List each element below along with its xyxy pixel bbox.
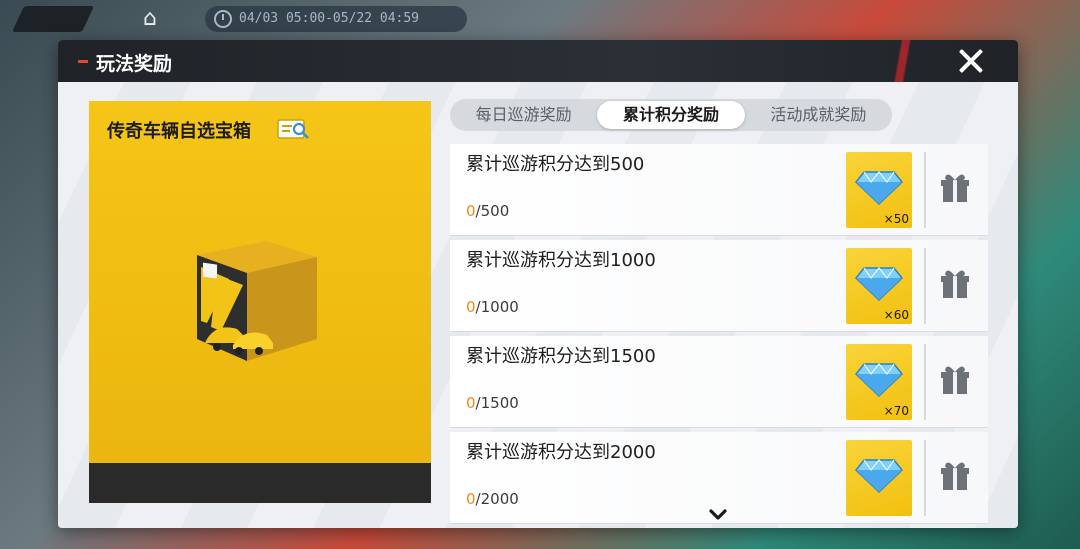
gift-icon[interactable] [940, 364, 970, 396]
reward-item-slot[interactable]: ×70 [846, 344, 912, 420]
progress-current: 0 [466, 202, 476, 220]
reward-card-footer [89, 463, 431, 503]
row-divider [924, 440, 926, 516]
reward-quantity: ×50 [883, 212, 909, 226]
game-logo [11, 6, 95, 32]
task-progress: 0/2000 [466, 490, 519, 508]
task-name: 累计巡游积分达到1000 [466, 250, 656, 271]
task-row: 累计巡游积分达到1000 0/1000 ×60 [450, 240, 988, 332]
gift-icon[interactable] [940, 268, 970, 300]
reward-quantity: ×70 [883, 404, 909, 418]
dialog-header: 玩法奖励 [58, 40, 1018, 82]
tab-cumulative-points[interactable]: 累计积分奖励 [597, 101, 745, 129]
gift-icon[interactable] [940, 172, 970, 204]
home-icon[interactable]: ⌂ [128, 4, 172, 34]
reward-item-slot[interactable]: ×60 [846, 248, 912, 324]
tab-achievements[interactable]: 活动成就奖励 [745, 99, 892, 131]
reward-tabs: 每日巡游奖励 累计积分奖励 活动成就奖励 [450, 99, 892, 131]
clock-icon [214, 10, 232, 28]
diamond-icon [854, 459, 904, 494]
task-name: 累计巡游积分达到500 [466, 154, 645, 175]
task-progress: 0/1500 [466, 394, 519, 412]
row-divider [924, 344, 926, 420]
task-progress: 0/500 [466, 202, 509, 220]
dialog-title: 玩法奖励 [96, 53, 173, 75]
top-hud: ⌂ 04/03 05:00-05/22 04:59 [0, 0, 1080, 40]
magnify-icon[interactable] [277, 117, 311, 141]
close-button[interactable] [954, 44, 988, 78]
task-progress: 0/1000 [466, 298, 519, 316]
row-divider [924, 248, 926, 324]
reward-preview-card[interactable]: 传奇车辆自选宝箱 [89, 101, 431, 503]
reward-card-title: 传奇车辆自选宝箱 [107, 121, 251, 142]
dialog-body: 传奇车辆自选宝箱 每日巡游奖励 累计积分奖励 活动成就奖励 累计巡游积分达到50… [58, 82, 1018, 528]
row-divider [924, 152, 926, 228]
reward-item-slot[interactable] [846, 440, 912, 516]
progress-target: /500 [475, 202, 510, 220]
task-row: 累计巡游积分达到1500 0/1500 ×70 [450, 336, 988, 428]
tab-daily-cruise[interactable]: 每日巡游奖励 [450, 99, 597, 131]
task-list[interactable]: 累计巡游积分达到500 0/500 ×50 累计巡游积分达到1000 0/100… [450, 144, 988, 528]
task-name: 累计巡游积分达到1500 [466, 346, 656, 367]
diamond-icon [854, 171, 904, 206]
event-timer: 04/03 05:00-05/22 04:59 [205, 6, 467, 32]
progress-target: /1000 [475, 298, 519, 316]
chevron-down-icon[interactable] [708, 508, 728, 522]
progress-target: /1500 [475, 394, 519, 412]
reward-item-slot[interactable]: ×50 [846, 152, 912, 228]
event-timer-text: 04/03 05:00-05/22 04:59 [239, 11, 420, 26]
progress-current: 0 [466, 298, 476, 316]
progress-current: 0 [466, 490, 476, 508]
diamond-icon [854, 363, 904, 398]
title-dash [78, 60, 88, 63]
task-row: 累计巡游积分达到500 0/500 ×50 [450, 144, 988, 236]
reward-quantity: ×60 [883, 308, 909, 322]
progress-current: 0 [466, 394, 476, 412]
diamond-icon [854, 267, 904, 302]
rewards-dialog: 玩法奖励 传奇车辆自选宝箱 每日巡游奖励 累计积分奖励 活动成就奖励 累计巡游积… [58, 40, 1018, 528]
treasure-box-image [197, 241, 317, 361]
progress-target: /2000 [475, 490, 519, 508]
gift-icon[interactable] [940, 460, 970, 492]
task-name: 累计巡游积分达到2000 [466, 442, 656, 463]
